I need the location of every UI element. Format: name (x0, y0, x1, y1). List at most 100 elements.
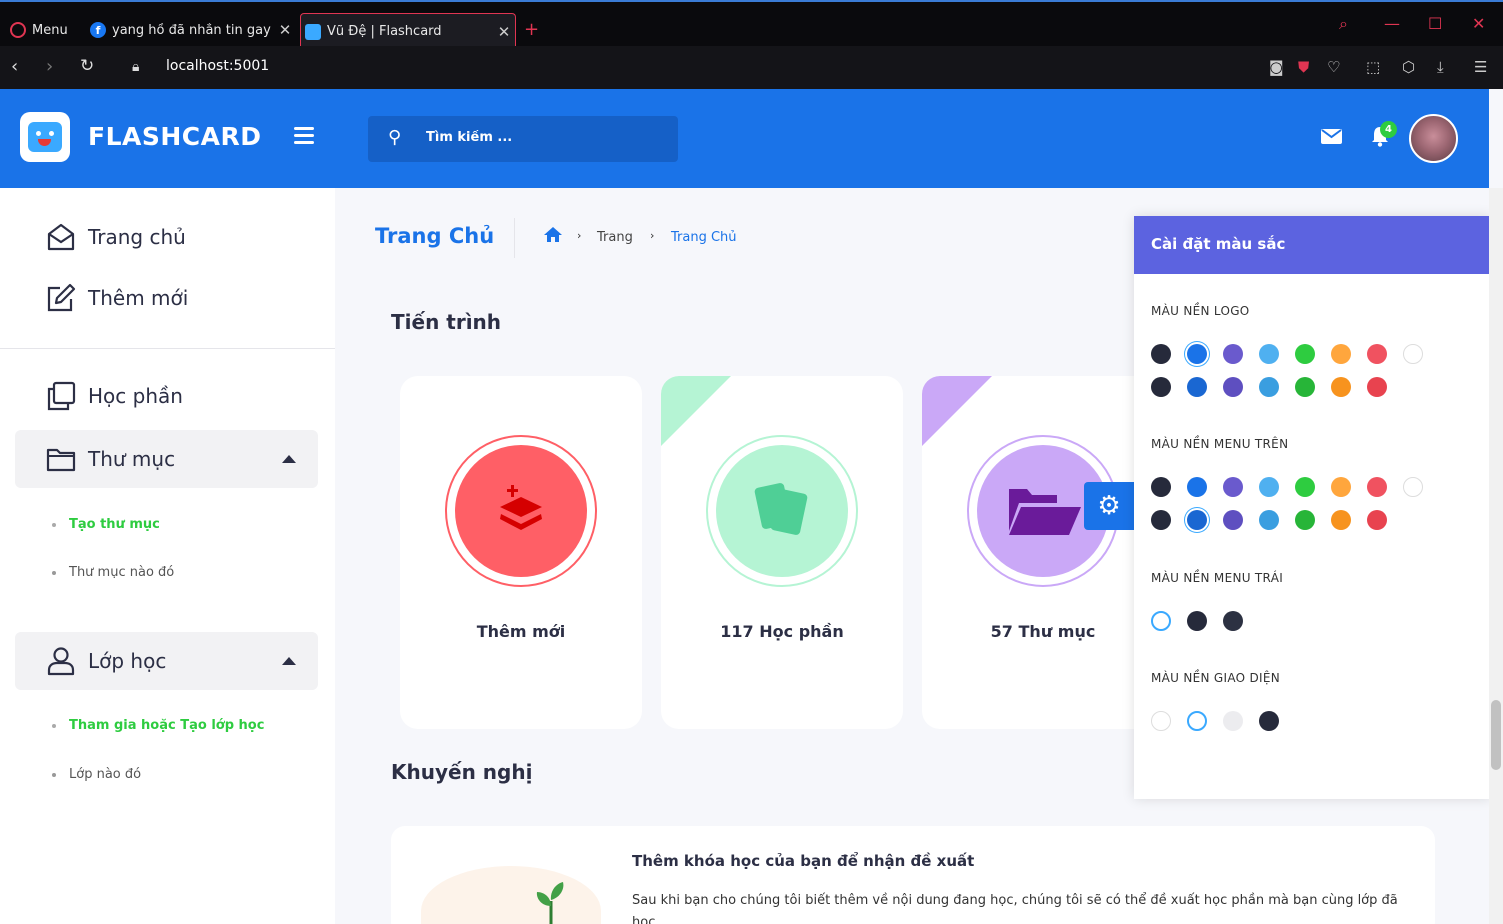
color-swatch[interactable] (1259, 477, 1279, 497)
breadcrumb-home-icon[interactable] (543, 226, 562, 243)
minimize-icon[interactable]: — (1384, 14, 1400, 33)
brand-name[interactable]: FLASHCARD (88, 122, 261, 151)
color-swatch[interactable] (1331, 510, 1351, 530)
sidebar-subitem-class[interactable]: Lớp nào đó (52, 767, 141, 782)
progress-card-study-sets[interactable]: 117 Học phần (661, 376, 903, 729)
forward-icon[interactable]: › (46, 56, 53, 77)
color-swatch[interactable] (1187, 477, 1207, 497)
search-input[interactable] (426, 130, 656, 145)
menu-toggle-icon[interactable] (294, 127, 314, 145)
browser-tab-active[interactable]: Vũ Đệ | Flashcard ✕ (300, 13, 516, 49)
color-swatch[interactable] (1367, 344, 1387, 364)
color-swatch[interactable] (1367, 377, 1387, 397)
color-swatch[interactable] (1223, 711, 1243, 731)
sidebar-item-classes[interactable]: Lớp học (15, 632, 318, 690)
user-avatar[interactable] (1409, 114, 1458, 163)
card-label: Thêm mới (476, 622, 566, 641)
settings-gear-button[interactable]: ⚙ (1084, 482, 1134, 530)
maximize-icon[interactable]: ☐ (1428, 14, 1442, 33)
recommend-card: Thêm khóa học của bạn để nhận đề xuất Sa… (391, 826, 1435, 924)
recommend-title: Thêm khóa học của bạn để nhận đề xuất (632, 852, 975, 870)
download-icon[interactable]: ⤓ (1437, 58, 1444, 76)
logo-face-icon (28, 122, 62, 152)
browser-tab[interactable]: f yang hồ đã nhắn tin gay ✕ (86, 12, 296, 48)
sidebar-item-home[interactable]: Trang chủ (15, 208, 318, 266)
color-swatch-selected[interactable] (1187, 510, 1207, 530)
color-swatch[interactable] (1151, 344, 1171, 364)
section-label-left-menu: MÀU NỀN MENU TRÁI (1151, 571, 1284, 585)
color-swatch[interactable] (1259, 377, 1279, 397)
color-swatch[interactable] (1151, 711, 1171, 731)
app-header: FLASHCARD ⚲ 4 (0, 89, 1489, 188)
color-swatch[interactable] (1367, 477, 1387, 497)
color-swatch[interactable] (1223, 344, 1243, 364)
color-swatch[interactable] (1187, 611, 1207, 631)
search-icon[interactable]: ⚲ (388, 127, 401, 148)
sprout-icon (531, 876, 571, 924)
snapshot-icon[interactable]: ⬚ (1366, 58, 1380, 76)
sidebar-item-add-new[interactable]: Thêm mới (15, 269, 318, 327)
color-swatch[interactable] (1223, 611, 1243, 631)
color-swatch-selected[interactable] (1187, 711, 1207, 731)
back-icon[interactable]: ‹ (11, 56, 18, 77)
facebook-icon: f (90, 22, 106, 38)
cube-icon[interactable]: ⬡ (1402, 58, 1415, 76)
new-tab-button[interactable]: + (524, 19, 539, 40)
adblock-shield-icon[interactable]: ⛊ (1298, 58, 1309, 76)
browser-menu-button[interactable]: Menu (6, 12, 82, 48)
sidebar-item-study-sets[interactable]: Học phần (15, 367, 318, 425)
color-swatch-selected[interactable] (1187, 344, 1207, 364)
heart-icon[interactable]: ♡ (1327, 58, 1340, 76)
reload-icon[interactable]: ↻ (80, 56, 94, 76)
url-field[interactable]: localhost:5001 (166, 58, 269, 74)
color-swatch[interactable] (1151, 477, 1171, 497)
collapse-caret-icon[interactable] (282, 455, 296, 463)
mail-icon[interactable] (1321, 129, 1342, 144)
color-swatch[interactable] (1187, 377, 1207, 397)
color-swatch[interactable] (1223, 510, 1243, 530)
add-layers-icon (455, 445, 587, 577)
color-swatch[interactable] (1331, 344, 1351, 364)
color-swatch[interactable] (1403, 344, 1423, 364)
home-envelope-icon (46, 222, 76, 252)
color-swatch[interactable] (1295, 344, 1315, 364)
camera-icon[interactable]: ◙ (1269, 58, 1284, 76)
color-swatch[interactable] (1259, 711, 1279, 731)
sidebar-subitem-folder[interactable]: Thư mục nào đó (52, 565, 174, 580)
close-tab-icon[interactable]: ✕ (493, 23, 515, 41)
color-swatch[interactable] (1223, 477, 1243, 497)
logo[interactable] (20, 112, 70, 162)
easy-setup-icon[interactable]: ☰ (1474, 58, 1487, 76)
close-tab-icon[interactable]: ✕ (274, 21, 296, 39)
color-swatch[interactable] (1295, 510, 1315, 530)
breadcrumb-chevron-icon: › (577, 229, 582, 242)
color-swatch[interactable] (1151, 377, 1171, 397)
scrollbar-thumb[interactable] (1491, 700, 1501, 770)
color-swatch[interactable] (1367, 510, 1387, 530)
sidebar-subitem-create-folder[interactable]: Tạo thư mục (52, 517, 160, 532)
color-swatch-selected[interactable] (1151, 611, 1171, 631)
page-title: Trang Chủ (375, 224, 495, 248)
sidebar-item-folders[interactable]: Thư mục (15, 430, 318, 488)
progress-card-add-new[interactable]: Thêm mới (400, 376, 642, 729)
color-swatch[interactable] (1331, 477, 1351, 497)
sidebar-subitem-join-class[interactable]: Tham gia hoặc Tạo lớp học (52, 718, 264, 733)
color-swatch[interactable] (1295, 377, 1315, 397)
collapse-caret-icon[interactable] (282, 657, 296, 665)
breadcrumb-chevron-icon: › (650, 229, 655, 242)
progress-heading: Tiến trình (391, 310, 502, 334)
color-swatch[interactable] (1223, 377, 1243, 397)
color-swatch[interactable] (1403, 477, 1423, 497)
progress-card-folders[interactable]: 57 Thư mục (922, 376, 1164, 729)
color-swatch[interactable] (1259, 510, 1279, 530)
color-swatch[interactable] (1295, 477, 1315, 497)
cards-icon (716, 445, 848, 577)
color-swatch[interactable] (1259, 344, 1279, 364)
color-swatch[interactable] (1331, 377, 1351, 397)
search-tabs-icon[interactable]: ⌕ (1339, 14, 1348, 34)
breadcrumb-item[interactable]: Trang (597, 230, 633, 245)
close-window-icon[interactable]: ✕ (1472, 14, 1485, 33)
color-swatch[interactable] (1151, 510, 1171, 530)
search-box: ⚲ (368, 116, 678, 162)
page-scrollbar[interactable] (1489, 188, 1503, 924)
